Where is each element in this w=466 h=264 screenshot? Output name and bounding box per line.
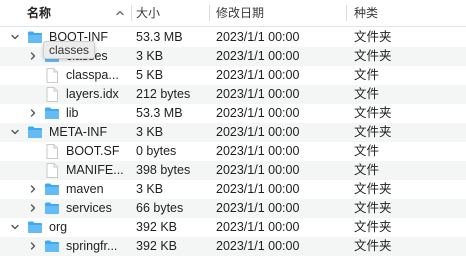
file-date: 2023/1/1 00:00 xyxy=(216,182,300,196)
table-row[interactable]: BOOT.SF 0 bytes 2023/1/1 00:00 文件 xyxy=(0,142,466,161)
file-kind: 文件夹 xyxy=(354,125,392,139)
chevron-right-icon[interactable] xyxy=(28,184,38,194)
document-icon xyxy=(46,163,58,178)
file-name: classpa... xyxy=(66,68,119,82)
file-date: 2023/1/1 00:00 xyxy=(216,163,300,177)
file-name: maven xyxy=(66,182,104,196)
file-size: 398 bytes xyxy=(136,163,191,177)
table-row[interactable]: maven 3 KB 2023/1/1 00:00 文件夹 xyxy=(0,180,466,199)
file-size: 392 KB xyxy=(136,220,178,234)
folder-icon xyxy=(45,240,59,252)
table-row[interactable]: MANIFE... 398 bytes 2023/1/1 00:00 文件 xyxy=(0,161,466,180)
file-size: 392 KB xyxy=(136,239,178,253)
file-kind: 文件夹 xyxy=(354,49,392,63)
file-size: 212 bytes xyxy=(136,87,191,101)
chevron-down-icon[interactable] xyxy=(10,32,20,42)
file-size: 5 KB xyxy=(136,68,164,82)
file-date: 2023/1/1 00:00 xyxy=(216,30,300,44)
table-row[interactable]: META-INF 3 KB 2023/1/1 00:00 文件夹 xyxy=(0,123,466,142)
file-size: 53.3 MB xyxy=(136,30,183,44)
file-kind: 文件夹 xyxy=(354,201,392,215)
file-size: 3 KB xyxy=(136,49,164,63)
column-header-name[interactable]: 名称 xyxy=(27,0,51,26)
file-kind: 文件 xyxy=(354,68,380,82)
file-kind: 文件夹 xyxy=(354,30,392,44)
file-name: META-INF xyxy=(49,125,108,139)
file-name: springfr... xyxy=(66,239,118,253)
folder-icon xyxy=(45,183,59,195)
column-header-kind[interactable]: 种类 xyxy=(354,0,378,26)
chevron-up-icon[interactable] xyxy=(115,8,125,18)
file-kind: 文件夹 xyxy=(354,182,392,196)
column-divider[interactable] xyxy=(131,5,132,21)
table-row[interactable]: org 392 KB 2023/1/1 00:00 文件夹 xyxy=(0,218,466,237)
file-kind: 文件 xyxy=(354,163,380,177)
file-kind: 文件夹 xyxy=(354,220,392,234)
column-header-bar: 名称 大小 修改日期 种类 xyxy=(0,0,466,27)
table-row[interactable]: services 66 bytes 2023/1/1 00:00 文件夹 xyxy=(0,199,466,218)
column-divider[interactable] xyxy=(346,5,347,21)
table-row[interactable]: layers.idx 212 bytes 2023/1/1 00:00 文件 xyxy=(0,85,466,104)
chevron-down-icon[interactable] xyxy=(10,127,20,137)
folder-icon xyxy=(28,126,42,138)
hover-tooltip: classes xyxy=(43,41,96,59)
document-icon xyxy=(46,144,58,159)
file-size: 3 KB xyxy=(136,125,164,139)
file-date: 2023/1/1 00:00 xyxy=(216,220,300,234)
column-header-date[interactable]: 修改日期 xyxy=(216,0,264,26)
file-date: 2023/1/1 00:00 xyxy=(216,125,300,139)
file-date: 2023/1/1 00:00 xyxy=(216,239,300,253)
table-row[interactable]: lib 53.3 MB 2023/1/1 00:00 文件夹 xyxy=(0,104,466,123)
document-icon xyxy=(46,87,58,102)
file-date: 2023/1/1 00:00 xyxy=(216,201,300,215)
file-name: org xyxy=(49,220,68,234)
folder-icon xyxy=(45,107,59,119)
file-name: BOOT.SF xyxy=(66,144,120,158)
document-icon xyxy=(46,68,58,83)
file-size: 3 KB xyxy=(136,182,164,196)
folder-icon xyxy=(28,221,42,233)
file-name: lib xyxy=(66,106,79,120)
folder-icon xyxy=(45,202,59,214)
chevron-right-icon[interactable] xyxy=(28,241,38,251)
file-size: 66 bytes xyxy=(136,201,184,215)
chevron-down-icon[interactable] xyxy=(10,222,20,232)
table-row[interactable]: springfr... 392 KB 2023/1/1 00:00 文件夹 xyxy=(0,237,466,256)
column-header-size[interactable]: 大小 xyxy=(136,0,160,26)
chevron-right-icon[interactable] xyxy=(28,203,38,213)
file-name: MANIFE... xyxy=(66,163,124,177)
column-divider[interactable] xyxy=(209,5,210,21)
file-date: 2023/1/1 00:00 xyxy=(216,68,300,82)
file-kind: 文件 xyxy=(354,144,380,158)
file-date: 2023/1/1 00:00 xyxy=(216,106,300,120)
chevron-right-icon[interactable] xyxy=(28,108,38,118)
file-kind: 文件 xyxy=(354,87,380,101)
file-name: layers.idx xyxy=(66,87,119,101)
file-date: 2023/1/1 00:00 xyxy=(216,144,300,158)
file-size: 53.3 MB xyxy=(136,106,183,120)
file-name: services xyxy=(66,201,112,215)
file-kind: 文件夹 xyxy=(354,106,392,120)
table-row[interactable]: classpa... 5 KB 2023/1/1 00:00 文件 xyxy=(0,66,466,85)
file-date: 2023/1/1 00:00 xyxy=(216,87,300,101)
chevron-right-icon[interactable] xyxy=(28,51,38,61)
file-size: 0 bytes xyxy=(136,144,177,158)
file-date: 2023/1/1 00:00 xyxy=(216,49,300,63)
folder-icon xyxy=(28,31,42,43)
file-kind: 文件夹 xyxy=(354,239,392,253)
